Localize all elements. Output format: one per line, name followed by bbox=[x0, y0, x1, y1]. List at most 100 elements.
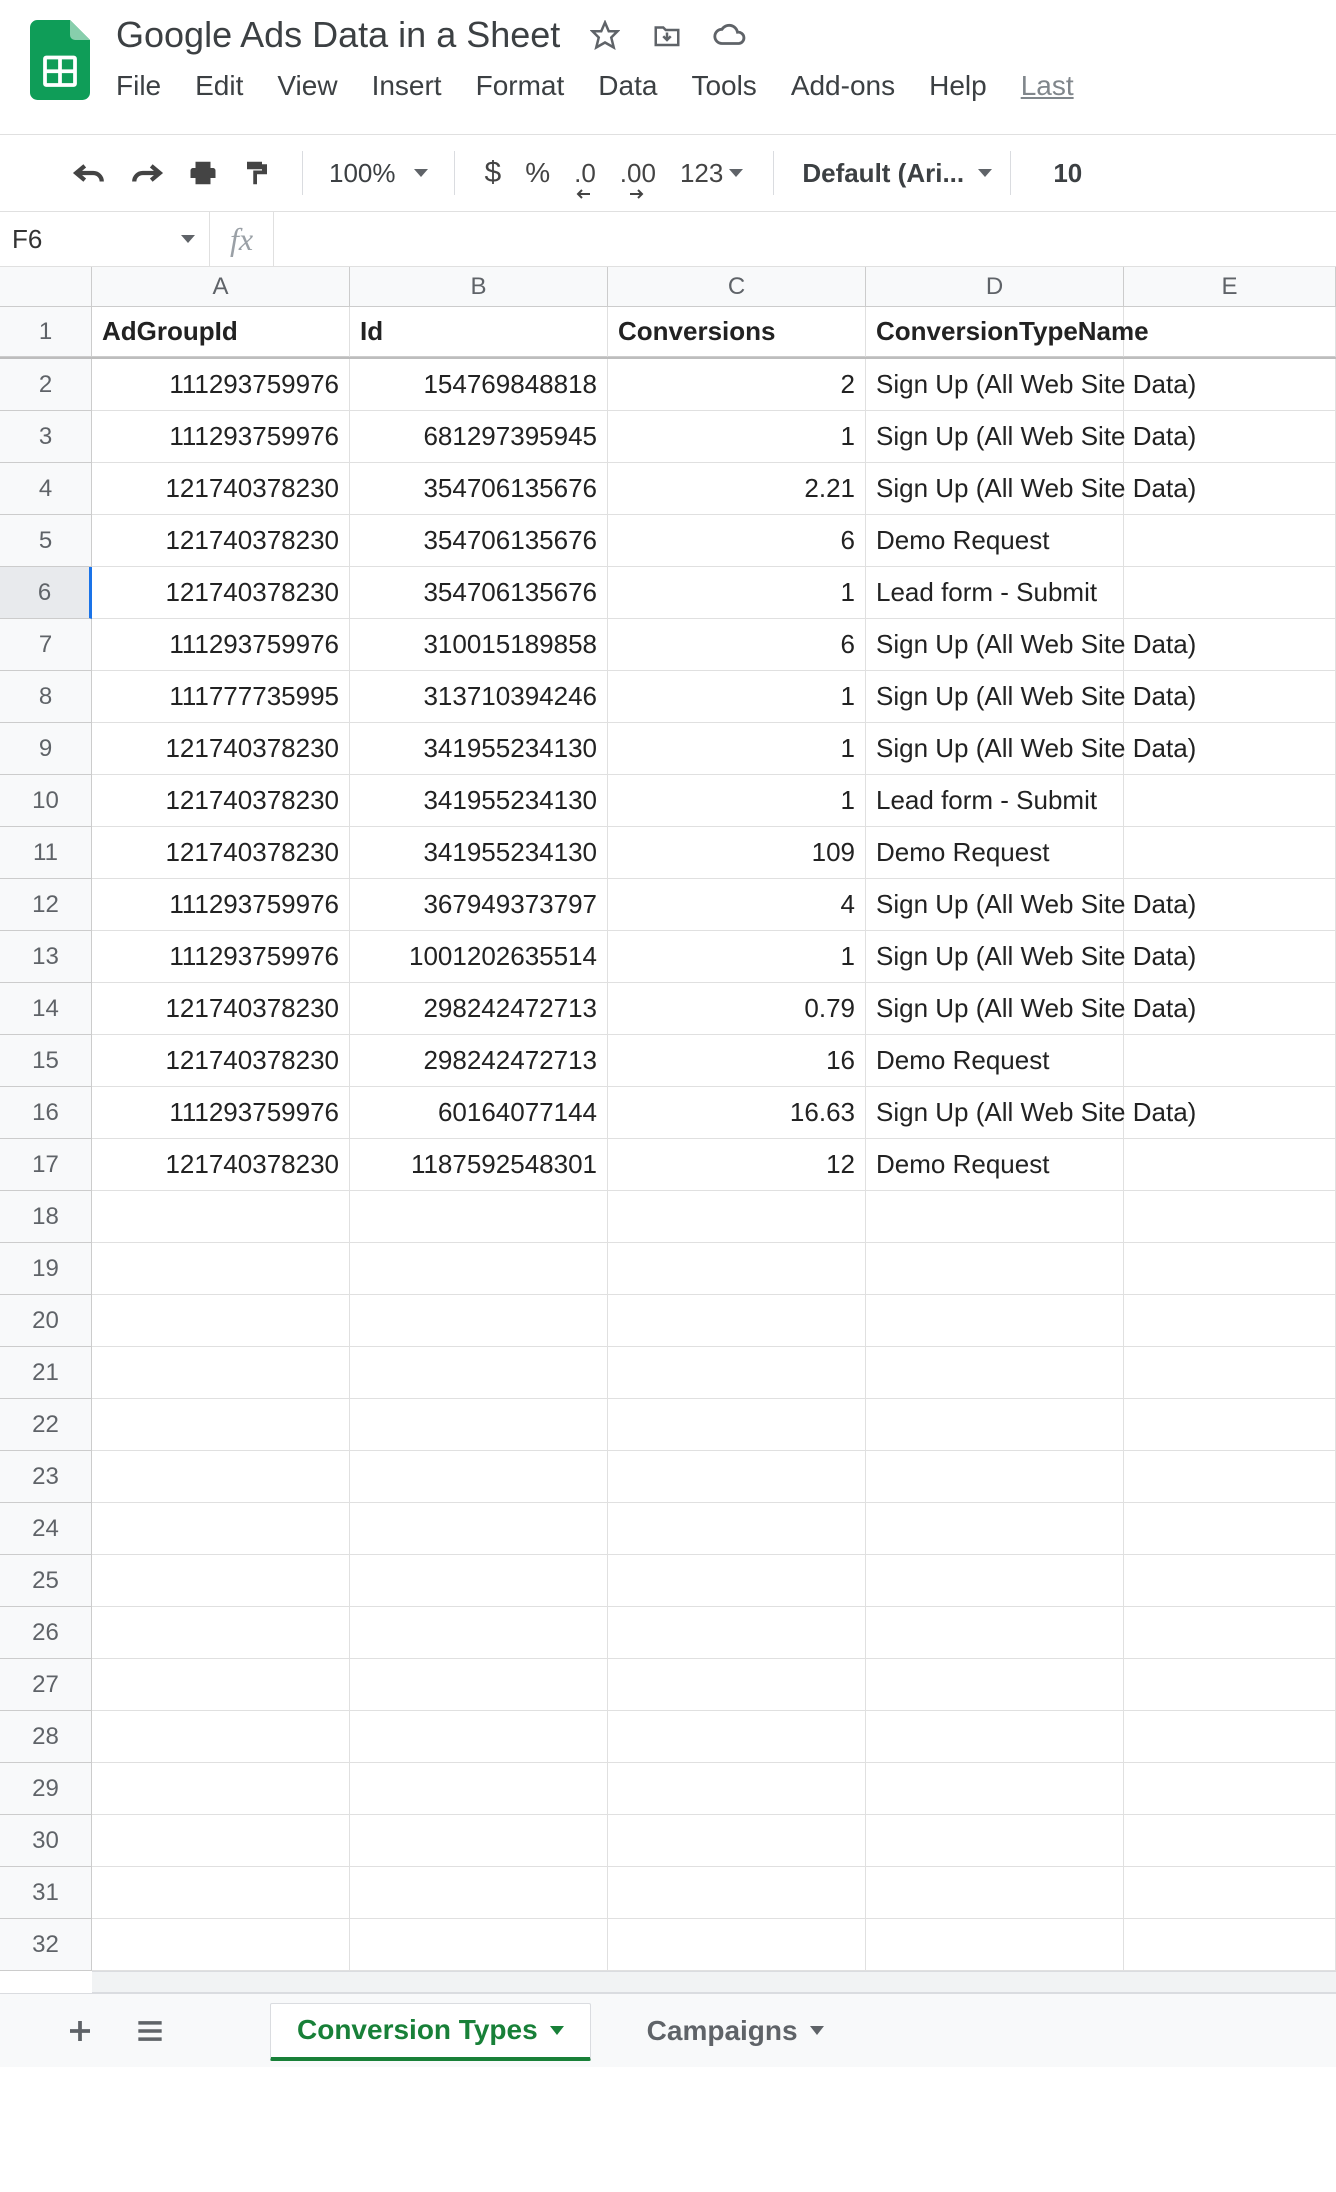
cell[interactable] bbox=[866, 1763, 1124, 1815]
cell[interactable] bbox=[866, 1711, 1124, 1763]
all-sheets-button[interactable] bbox=[130, 2019, 170, 2043]
cell[interactable]: Demo Request bbox=[866, 515, 1124, 567]
cell[interactable]: 121740378230 bbox=[92, 1139, 350, 1191]
row-header[interactable]: 31 bbox=[0, 1867, 92, 1919]
row-header[interactable]: 20 bbox=[0, 1295, 92, 1347]
cell[interactable]: 6 bbox=[608, 515, 866, 567]
cell[interactable]: 1001202635514 bbox=[350, 931, 608, 983]
row-header[interactable]: 12 bbox=[0, 879, 92, 931]
cell[interactable] bbox=[1124, 1555, 1336, 1607]
cell[interactable]: 111293759976 bbox=[92, 359, 350, 411]
cell[interactable] bbox=[1124, 1659, 1336, 1711]
cell[interactable]: 111293759976 bbox=[92, 619, 350, 671]
cloud-status-icon[interactable] bbox=[712, 18, 746, 52]
cell[interactable] bbox=[866, 1659, 1124, 1711]
row-header[interactable]: 17 bbox=[0, 1139, 92, 1191]
menu-insert[interactable]: Insert bbox=[372, 70, 442, 102]
add-sheet-button[interactable] bbox=[60, 2016, 100, 2046]
spreadsheet-grid[interactable]: A B C D E 1AdGroupIdIdConversionsConvers… bbox=[0, 267, 1336, 1971]
cell[interactable]: 121740378230 bbox=[92, 567, 350, 619]
cell[interactable] bbox=[1124, 1295, 1336, 1347]
cell[interactable]: 1 bbox=[608, 723, 866, 775]
row-header[interactable]: 18 bbox=[0, 1191, 92, 1243]
cell[interactable]: 121740378230 bbox=[92, 983, 350, 1035]
cell[interactable] bbox=[1124, 1347, 1336, 1399]
cell[interactable] bbox=[92, 1919, 350, 1971]
cell[interactable]: 341955234130 bbox=[350, 827, 608, 879]
cell[interactable]: ConversionTypeName bbox=[866, 307, 1124, 357]
cell[interactable] bbox=[350, 1555, 608, 1607]
cell[interactable] bbox=[350, 1607, 608, 1659]
cell[interactable]: 16 bbox=[608, 1035, 866, 1087]
row-header[interactable]: 13 bbox=[0, 931, 92, 983]
cell[interactable]: 341955234130 bbox=[350, 775, 608, 827]
row-header[interactable]: 32 bbox=[0, 1919, 92, 1971]
cell[interactable]: 2 bbox=[608, 359, 866, 411]
cell[interactable] bbox=[1124, 1451, 1336, 1503]
cell[interactable] bbox=[608, 1711, 866, 1763]
cell[interactable]: Sign Up (All Web Site Data) bbox=[866, 879, 1124, 931]
increase-decimal-button[interactable]: .00 bbox=[608, 151, 668, 195]
cell[interactable] bbox=[608, 1451, 866, 1503]
cell[interactable]: 0.79 bbox=[608, 983, 866, 1035]
row-header[interactable]: 22 bbox=[0, 1399, 92, 1451]
cell[interactable]: 367949373797 bbox=[350, 879, 608, 931]
zoom-dropdown[interactable]: 100% bbox=[321, 158, 436, 189]
cell[interactable] bbox=[92, 1347, 350, 1399]
cell[interactable] bbox=[866, 1399, 1124, 1451]
cell[interactable] bbox=[866, 1191, 1124, 1243]
cell[interactable]: 1 bbox=[608, 411, 866, 463]
cell[interactable] bbox=[1124, 827, 1336, 879]
cell[interactable] bbox=[866, 1867, 1124, 1919]
row-header[interactable]: 11 bbox=[0, 827, 92, 879]
cell[interactable] bbox=[92, 1243, 350, 1295]
formula-input[interactable] bbox=[274, 212, 1336, 266]
select-all-corner[interactable] bbox=[0, 267, 92, 306]
cell[interactable]: 681297395945 bbox=[350, 411, 608, 463]
cell[interactable]: 111777735995 bbox=[92, 671, 350, 723]
cell[interactable] bbox=[608, 1867, 866, 1919]
document-title[interactable]: Google Ads Data in a Sheet bbox=[116, 14, 560, 56]
cell[interactable]: 109 bbox=[608, 827, 866, 879]
cell[interactable] bbox=[1124, 1503, 1336, 1555]
move-icon[interactable] bbox=[650, 18, 684, 52]
cell[interactable] bbox=[1124, 1867, 1336, 1919]
cell[interactable] bbox=[1124, 1139, 1336, 1191]
cell[interactable]: 310015189858 bbox=[350, 619, 608, 671]
star-icon[interactable] bbox=[588, 18, 622, 52]
cell[interactable] bbox=[608, 1503, 866, 1555]
cell[interactable] bbox=[866, 1919, 1124, 1971]
cell[interactable]: 60164077144 bbox=[350, 1087, 608, 1139]
cell[interactable]: 1 bbox=[608, 671, 866, 723]
cell[interactable]: Lead form - Submit bbox=[866, 567, 1124, 619]
cell[interactable] bbox=[1124, 1711, 1336, 1763]
cell[interactable]: Sign Up (All Web Site Data) bbox=[866, 671, 1124, 723]
cell[interactable] bbox=[92, 1555, 350, 1607]
cell[interactable] bbox=[1124, 1191, 1336, 1243]
menu-addons[interactable]: Add-ons bbox=[791, 70, 895, 102]
row-header[interactable]: 23 bbox=[0, 1451, 92, 1503]
cell[interactable] bbox=[866, 1607, 1124, 1659]
row-header[interactable]: 8 bbox=[0, 671, 92, 723]
cell[interactable] bbox=[350, 1711, 608, 1763]
cell[interactable] bbox=[350, 1347, 608, 1399]
cell[interactable]: Sign Up (All Web Site Data) bbox=[866, 931, 1124, 983]
cell[interactable]: Sign Up (All Web Site Data) bbox=[866, 619, 1124, 671]
row-header[interactable]: 2 bbox=[0, 359, 92, 411]
cell[interactable] bbox=[92, 1399, 350, 1451]
cell[interactable] bbox=[92, 1815, 350, 1867]
cell[interactable]: Sign Up (All Web Site Data) bbox=[866, 1087, 1124, 1139]
row-header[interactable]: 6 bbox=[0, 567, 92, 619]
cell[interactable] bbox=[92, 1867, 350, 1919]
more-formats-dropdown[interactable]: 123 bbox=[668, 151, 755, 195]
row-header[interactable]: 16 bbox=[0, 1087, 92, 1139]
cell[interactable] bbox=[1124, 307, 1336, 357]
cell[interactable] bbox=[608, 1347, 866, 1399]
cell[interactable]: 121740378230 bbox=[92, 827, 350, 879]
cell[interactable]: 121740378230 bbox=[92, 515, 350, 567]
cell[interactable] bbox=[92, 1503, 350, 1555]
row-header[interactable]: 7 bbox=[0, 619, 92, 671]
cell[interactable] bbox=[350, 1867, 608, 1919]
format-percent-button[interactable]: % bbox=[513, 151, 562, 195]
cell[interactable] bbox=[1124, 1035, 1336, 1087]
